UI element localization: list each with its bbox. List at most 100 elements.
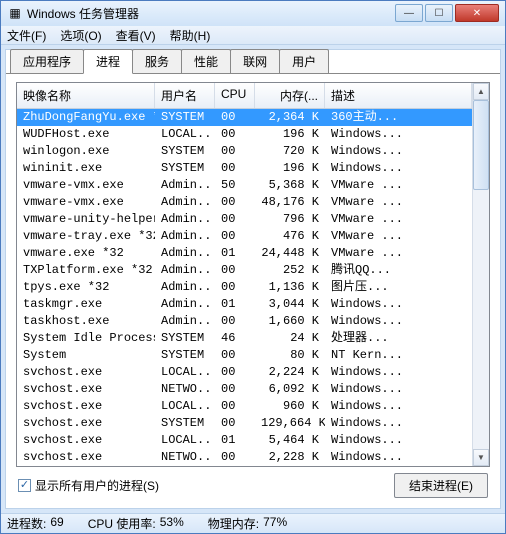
tab-0[interactable]: 应用程序 bbox=[10, 49, 84, 73]
table-row[interactable]: vmware-unity-helper...Admin..00796 KVMwa… bbox=[17, 211, 472, 228]
cell: taskhost.exe bbox=[17, 313, 155, 330]
scrollbar-track[interactable] bbox=[473, 100, 489, 449]
cell: 图片压... bbox=[325, 279, 472, 296]
cell: 129,664 K bbox=[255, 415, 325, 432]
cell: VMware ... bbox=[325, 194, 472, 211]
column-header-4[interactable]: 描述 bbox=[325, 83, 472, 108]
cell: Admin.. bbox=[155, 177, 215, 194]
status-cpu-usage: CPU 使用率:53% bbox=[88, 515, 184, 532]
cell: 2,224 K bbox=[255, 364, 325, 381]
table-row[interactable]: svchost.exeLOCAL..015,464 KWindows... bbox=[17, 432, 472, 449]
status-bar: 进程数:69 CPU 使用率:53% 物理内存:77% bbox=[1, 513, 505, 533]
cell: LOCAL.. bbox=[155, 126, 215, 143]
cell: svchost.exe bbox=[17, 415, 155, 432]
cell: 01 bbox=[215, 432, 255, 449]
cell: Windows... bbox=[325, 398, 472, 415]
column-header-3[interactable]: 内存(... bbox=[255, 83, 325, 108]
status-process-count: 进程数:69 bbox=[7, 515, 64, 532]
cell: Windows... bbox=[325, 160, 472, 177]
table-row[interactable]: wininit.exeSYSTEM00196 KWindows... bbox=[17, 160, 472, 177]
cell: 腾讯QQ... bbox=[325, 262, 472, 279]
cell: 00 bbox=[215, 160, 255, 177]
cell: Admin.. bbox=[155, 313, 215, 330]
cell: WUDFHost.exe bbox=[17, 126, 155, 143]
title-bar[interactable]: ▦ Windows 任务管理器 — ☐ ✕ bbox=[1, 1, 505, 26]
cell: LOCAL.. bbox=[155, 432, 215, 449]
tab-2[interactable]: 服务 bbox=[132, 49, 182, 73]
cell: 00 bbox=[215, 126, 255, 143]
cell: Admin.. bbox=[155, 194, 215, 211]
close-button[interactable]: ✕ bbox=[455, 4, 499, 22]
cell: 5,368 K bbox=[255, 177, 325, 194]
table-row[interactable]: svchost.exeLOCAL..002,224 KWindows... bbox=[17, 364, 472, 381]
processes-footer: ✓ 显示所有用户的进程(S) 结束进程(E) bbox=[16, 467, 490, 500]
table-row[interactable]: System Idle ProcessSYSTEM4624 K处理器... bbox=[17, 330, 472, 347]
cell: tpys.exe *32 bbox=[17, 279, 155, 296]
cell: 00 bbox=[215, 381, 255, 398]
table-row[interactable]: svchost.exeNETWO..006,092 KWindows... bbox=[17, 381, 472, 398]
cell: winlogon.exe bbox=[17, 143, 155, 160]
menu-item-2[interactable]: 查看(V) bbox=[116, 27, 156, 44]
scroll-down-icon[interactable]: ▼ bbox=[473, 449, 489, 466]
column-header-0[interactable]: 映像名称 bbox=[17, 83, 155, 108]
cell: Admin.. bbox=[155, 262, 215, 279]
processes-tab-content: 映像名称用户名CPU内存(...描述 ZhuDongFangYu.exe *32… bbox=[6, 74, 500, 508]
cell: LOCAL.. bbox=[155, 364, 215, 381]
table-row[interactable]: svchost.exeSYSTEM00129,664 KWindows... bbox=[17, 415, 472, 432]
process-list-body[interactable]: ZhuDongFangYu.exe *32SYSTEM002,364 K360主… bbox=[17, 109, 472, 466]
maximize-button[interactable]: ☐ bbox=[425, 4, 453, 22]
tab-5[interactable]: 用户 bbox=[279, 49, 329, 73]
minimize-button[interactable]: — bbox=[395, 4, 423, 22]
menu-item-3[interactable]: 帮助(H) bbox=[170, 27, 211, 44]
table-row[interactable]: SystemSYSTEM0080 KNT Kern... bbox=[17, 347, 472, 364]
table-row[interactable]: svchost.exeLOCAL..00960 KWindows... bbox=[17, 398, 472, 415]
scroll-up-icon[interactable]: ▲ bbox=[473, 83, 489, 100]
table-row[interactable]: taskhost.exeAdmin..001,660 KWindows... bbox=[17, 313, 472, 330]
menu-bar: 文件(F) 选项(O) 查看(V) 帮助(H) bbox=[1, 26, 505, 46]
cell: 252 K bbox=[255, 262, 325, 279]
table-row[interactable]: winlogon.exeSYSTEM00720 KWindows... bbox=[17, 143, 472, 160]
table-row[interactable]: vmware-vmx.exeAdmin..505,368 KVMware ... bbox=[17, 177, 472, 194]
cell: SYSTEM bbox=[155, 415, 215, 432]
cell: Admin.. bbox=[155, 211, 215, 228]
menu-item-0[interactable]: 文件(F) bbox=[7, 27, 46, 44]
column-header-2[interactable]: CPU bbox=[215, 83, 255, 108]
cell: 196 K bbox=[255, 160, 325, 177]
table-row[interactable]: vmware-vmx.exeAdmin..0048,176 KVMware ..… bbox=[17, 194, 472, 211]
cell: Windows... bbox=[325, 296, 472, 313]
cell: 00 bbox=[215, 228, 255, 245]
cell: vmware-vmx.exe bbox=[17, 194, 155, 211]
table-row[interactable]: tpys.exe *32Admin..001,136 K图片压... bbox=[17, 279, 472, 296]
cell: 5,464 K bbox=[255, 432, 325, 449]
table-row[interactable]: vmware-tray.exe *32Admin..00476 KVMware … bbox=[17, 228, 472, 245]
tab-strip: 应用程序进程服务性能联网用户 bbox=[6, 50, 500, 74]
table-row[interactable]: ZhuDongFangYu.exe *32SYSTEM002,364 K360主… bbox=[17, 109, 472, 126]
tab-4[interactable]: 联网 bbox=[230, 49, 280, 73]
cell: 00 bbox=[215, 449, 255, 466]
table-row[interactable]: vmware.exe *32Admin..0124,448 KVMware ..… bbox=[17, 245, 472, 262]
cell: svchost.exe bbox=[17, 432, 155, 449]
cell: 476 K bbox=[255, 228, 325, 245]
end-process-button[interactable]: 结束进程(E) bbox=[394, 473, 488, 498]
show-all-users-checkbox[interactable]: ✓ 显示所有用户的进程(S) bbox=[18, 477, 159, 494]
cell: LOCAL.. bbox=[155, 398, 215, 415]
tab-3[interactable]: 性能 bbox=[181, 49, 231, 73]
app-icon: ▦ bbox=[7, 5, 23, 21]
cell: SYSTEM bbox=[155, 160, 215, 177]
menu-item-1[interactable]: 选项(O) bbox=[60, 27, 101, 44]
table-row[interactable]: WUDFHost.exeLOCAL..00196 KWindows... bbox=[17, 126, 472, 143]
cell: 01 bbox=[215, 245, 255, 262]
table-row[interactable]: TXPlatform.exe *32Admin..00252 K腾讯QQ... bbox=[17, 262, 472, 279]
table-row[interactable]: svchost.exeNETWO..002,228 KWindows... bbox=[17, 449, 472, 466]
scrollbar-thumb[interactable] bbox=[473, 100, 489, 190]
column-header-1[interactable]: 用户名 bbox=[155, 83, 215, 108]
cell: Admin.. bbox=[155, 228, 215, 245]
table-row[interactable]: taskmgr.exeAdmin..013,044 KWindows... bbox=[17, 296, 472, 313]
cell: 00 bbox=[215, 364, 255, 381]
vertical-scrollbar[interactable]: ▲ ▼ bbox=[472, 83, 489, 466]
tab-1[interactable]: 进程 bbox=[83, 49, 133, 74]
process-list-header[interactable]: 映像名称用户名CPU内存(...描述 bbox=[17, 83, 472, 109]
checkbox-check-icon: ✓ bbox=[18, 479, 31, 492]
cell: 46 bbox=[215, 330, 255, 347]
cell: 00 bbox=[215, 279, 255, 296]
